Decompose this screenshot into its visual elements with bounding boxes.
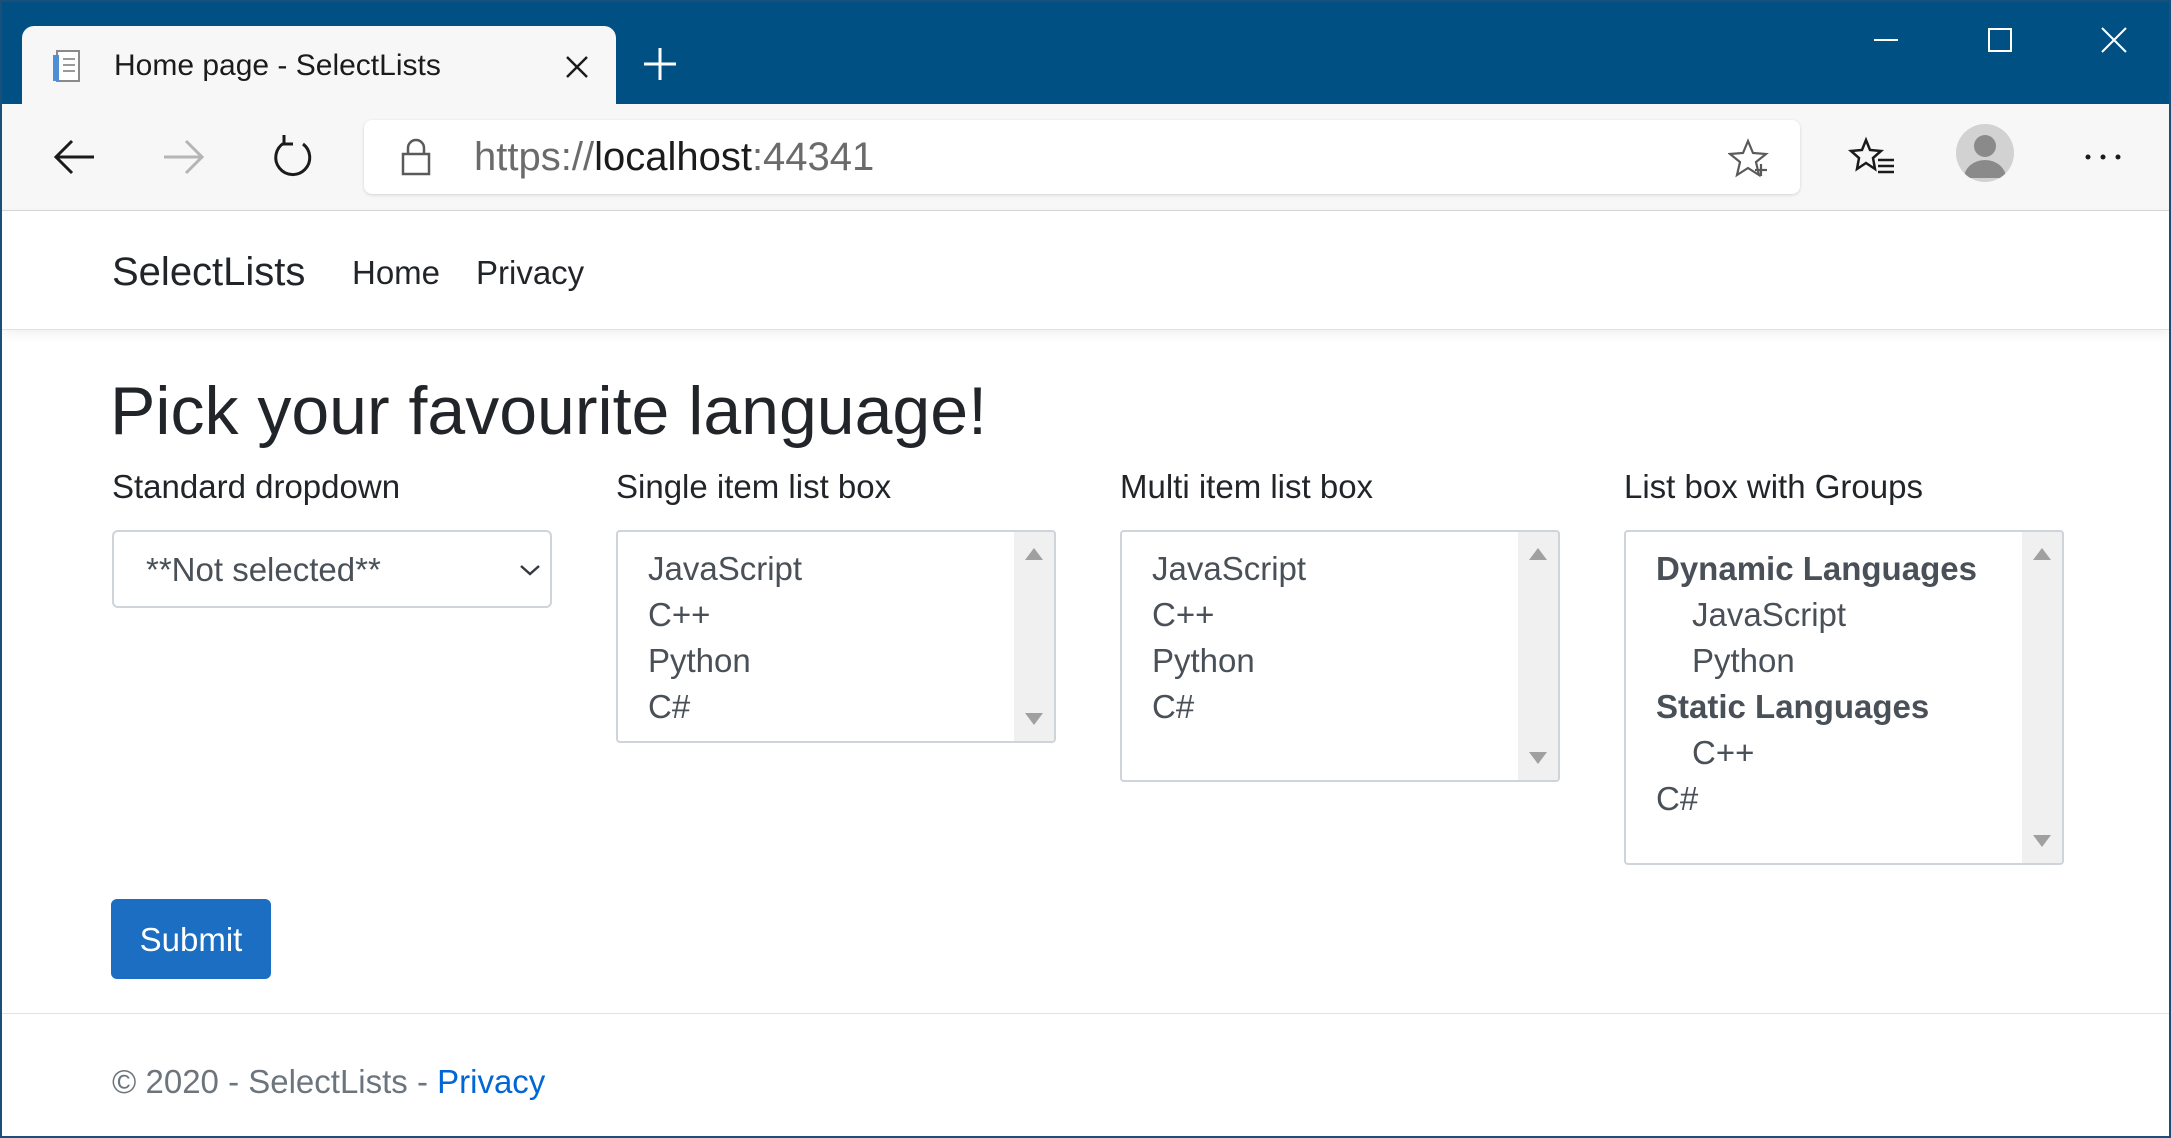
new-tab-icon[interactable] (642, 46, 678, 82)
browser-tab[interactable]: Home page - SelectLists (22, 26, 616, 106)
listbox-option[interactable]: JavaScript (1152, 546, 1306, 592)
multi-item-listbox[interactable]: JavaScript C++ Python C# (1120, 530, 1560, 782)
title-bar: Home page - SelectLists (2, 2, 2169, 106)
page-title: Pick your favourite language! (110, 373, 987, 449)
add-favorite-star-icon[interactable] (1728, 138, 1770, 178)
scroll-down-arrow-icon[interactable] (1025, 713, 1043, 725)
listbox-scrollbar[interactable] (1518, 532, 1558, 780)
copyright-text: © 2020 - SelectLists - (112, 1063, 438, 1100)
dropdown-selected-value: **Not selected** (146, 551, 381, 588)
profile-avatar[interactable] (1956, 124, 2014, 182)
listbox-option[interactable]: Python (1656, 638, 1977, 684)
optgroup-label: Dynamic Languages (1656, 550, 1977, 587)
scroll-down-arrow-icon[interactable] (1529, 752, 1547, 764)
listbox-option[interactable]: C# (1656, 776, 1977, 822)
close-window-icon[interactable] (2094, 20, 2134, 60)
refresh-icon[interactable] (268, 132, 318, 182)
listbox-option[interactable]: C# (1152, 684, 1306, 730)
site-footer: © 2020 - SelectLists - Privacy (2, 1013, 2169, 1136)
scroll-up-arrow-icon[interactable] (1025, 548, 1043, 560)
listbox-option[interactable]: C++ (648, 592, 802, 638)
scroll-down-arrow-icon[interactable] (2033, 835, 2051, 847)
site-brand[interactable]: SelectLists (112, 249, 305, 295)
scroll-up-arrow-icon[interactable] (1529, 548, 1547, 560)
language-dropdown[interactable]: **Not selected** (112, 530, 552, 608)
back-arrow-icon[interactable] (50, 132, 100, 182)
page-content: SelectLists Home Privacy Pick your favou… (2, 211, 2169, 1136)
favorites-icon[interactable] (1848, 132, 1898, 182)
listbox-option[interactable]: Python (648, 638, 802, 684)
listbox-option[interactable]: C# (648, 684, 802, 730)
chevron-down-icon (520, 565, 540, 576)
browser-window: Home page - SelectLists https://localhos… (0, 0, 2171, 1138)
single-item-listbox[interactable]: JavaScript C++ Python C# (616, 530, 1056, 743)
more-options-icon[interactable] (2078, 132, 2128, 182)
maximize-icon[interactable] (1980, 20, 2020, 60)
listbox-option[interactable]: JavaScript (648, 546, 802, 592)
listbox-option[interactable]: C++ (1656, 730, 1977, 776)
footer-text: © 2020 - SelectLists - Privacy (112, 1062, 545, 1102)
address-bar[interactable]: https://localhost:44341 (364, 120, 1800, 194)
url-text[interactable]: https://localhost:44341 (474, 134, 874, 180)
grouped-list-label: List box with Groups (1624, 468, 1923, 505)
nav-link-home[interactable]: Home (352, 253, 440, 293)
close-tab-icon[interactable] (562, 52, 592, 82)
forward-arrow-icon[interactable] (158, 132, 208, 182)
url-port: :44341 (751, 135, 875, 179)
listbox-option[interactable]: JavaScript (1656, 592, 1977, 638)
url-scheme: https:// (474, 135, 595, 179)
submit-button[interactable]: Submit (111, 899, 271, 979)
url-host: localhost (594, 135, 752, 179)
user-icon (1964, 135, 2006, 178)
optgroup-label: Static Languages (1656, 688, 1930, 725)
minimize-icon[interactable] (1866, 20, 1906, 60)
listbox-option[interactable]: Python (1152, 638, 1306, 684)
tab-title: Home page - SelectLists (114, 49, 441, 82)
multi-list-label: Multi item list box (1120, 468, 1374, 505)
standard-dropdown-label: Standard dropdown (112, 468, 401, 505)
lock-icon[interactable] (398, 138, 434, 176)
footer-privacy-link[interactable]: Privacy (437, 1063, 545, 1100)
grouped-listbox[interactable]: Dynamic Languages JavaScript Python Stat… (1624, 530, 2064, 865)
listbox-scrollbar[interactable] (2022, 532, 2062, 863)
scroll-up-arrow-icon[interactable] (2033, 548, 2051, 560)
listbox-option[interactable]: C++ (1152, 592, 1306, 638)
site-navbar: SelectLists Home Privacy (2, 211, 2169, 330)
listbox-scrollbar[interactable] (1014, 532, 1054, 741)
single-list-label: Single item list box (616, 468, 892, 505)
nav-link-privacy[interactable]: Privacy (476, 253, 584, 293)
browser-toolbar: https://localhost:44341 (2, 104, 2169, 211)
page-icon (53, 50, 80, 82)
